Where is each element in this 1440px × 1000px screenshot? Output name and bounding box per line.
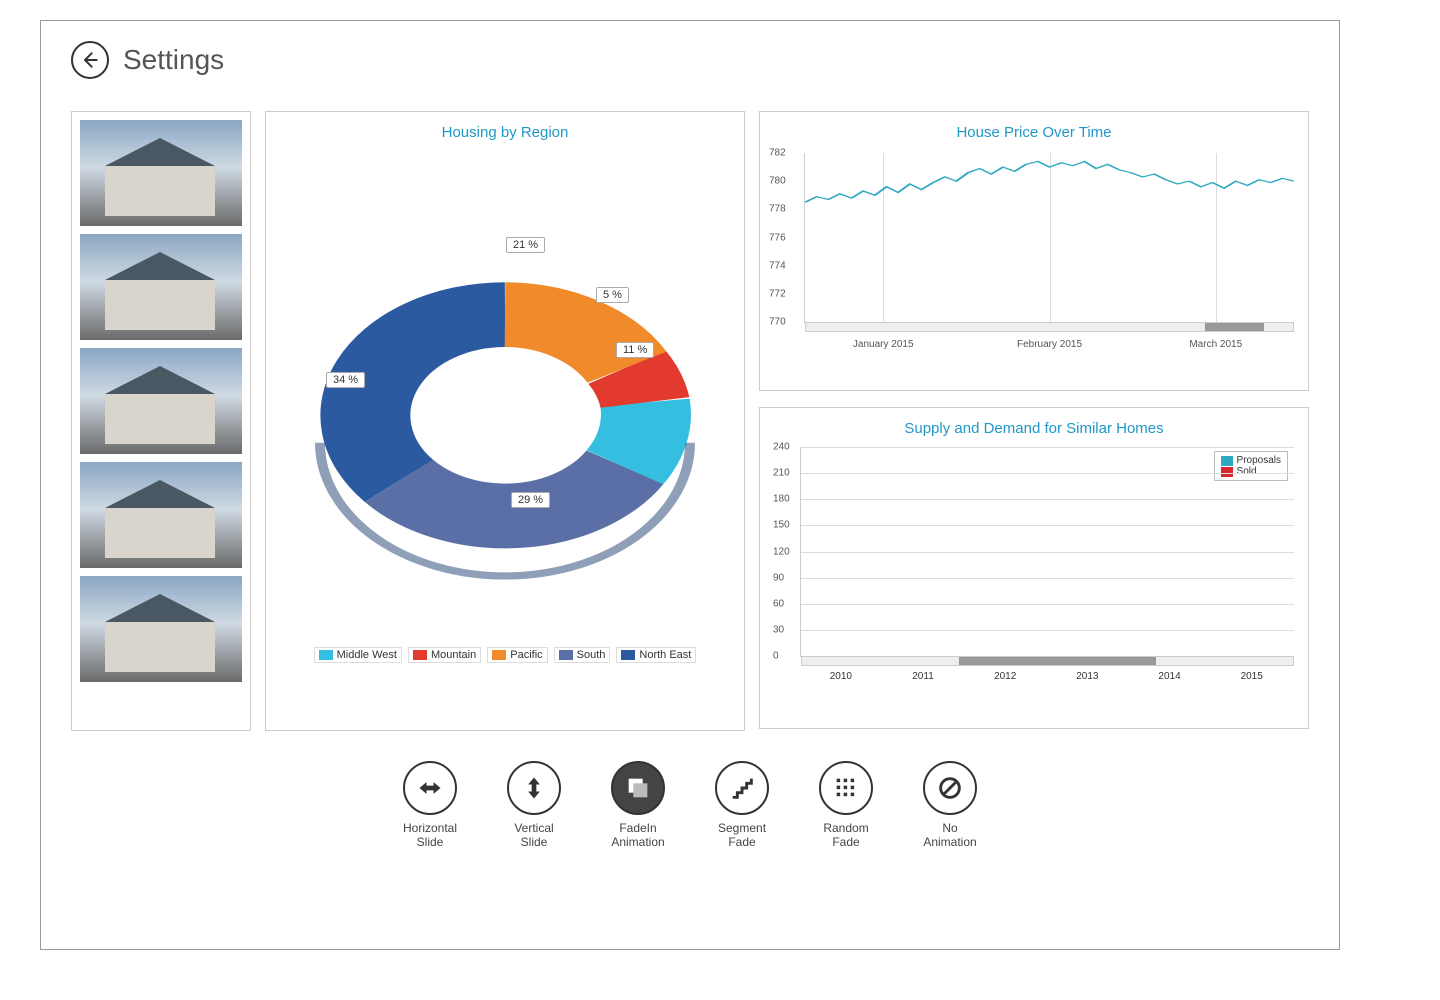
- line-chart: 770 772 774 776 778 780 782 January 2015…: [804, 153, 1294, 323]
- slice-label-middlewest: 11 %: [616, 342, 654, 358]
- page-title: Settings: [123, 44, 224, 76]
- no-icon: [936, 774, 964, 802]
- anim-segment-fade[interactable]: Segment Fade: [715, 761, 769, 850]
- slice-label-mountain: 5 %: [596, 287, 629, 303]
- bar-title: Supply and Demand for Similar Homes: [760, 408, 1308, 443]
- grid-dots-icon: [832, 774, 860, 802]
- thumbnail-column: [71, 111, 251, 731]
- anim-horizontal-slide[interactable]: Horizontal Slide: [403, 761, 457, 850]
- slice-label-pacific: 21 %: [506, 237, 545, 253]
- legend-item[interactable]: Proposals: [1221, 455, 1281, 466]
- right-column: House Price Over Time 770 772 774 776 77…: [759, 111, 1309, 731]
- house-thumbnail[interactable]: [80, 576, 242, 682]
- donut-legend: Middle West Mountain Pacific South North…: [266, 647, 744, 677]
- stack-icon: [624, 774, 652, 802]
- legend-item[interactable]: Pacific: [487, 647, 547, 663]
- legend-item[interactable]: South: [554, 647, 611, 663]
- horizontal-arrows-icon: [416, 774, 444, 802]
- app-frame: Settings Housing by Region: [40, 20, 1340, 950]
- legend-item[interactable]: North East: [616, 647, 696, 663]
- anim-fadein[interactable]: FadeIn Animation: [611, 761, 665, 850]
- legend-item[interactable]: Mountain: [408, 647, 481, 663]
- bar-chart: Proposals Sold 0306090120150180210240 20…: [800, 447, 1294, 657]
- house-thumbnail[interactable]: [80, 462, 242, 568]
- legend-item[interactable]: Sold: [1221, 466, 1281, 477]
- bar-category-label: 2013: [1057, 671, 1117, 682]
- legend-item[interactable]: Middle West: [314, 647, 402, 663]
- donut-title: Housing by Region: [266, 112, 744, 147]
- bar-chart-panel: Supply and Demand for Similar Homes Prop…: [759, 407, 1309, 729]
- header: Settings: [71, 41, 1309, 79]
- dashboard: Housing by Region: [71, 111, 1309, 731]
- house-thumbnail[interactable]: [80, 234, 242, 340]
- vertical-arrows-icon: [520, 774, 548, 802]
- slice-label-south: 29 %: [511, 492, 550, 508]
- stairs-icon: [728, 774, 756, 802]
- bar-category-label: 2011: [893, 671, 953, 682]
- bar-category-label: 2012: [975, 671, 1035, 682]
- arrow-left-icon: [80, 50, 100, 70]
- line-series: [805, 153, 1294, 322]
- line-scrollbar[interactable]: [805, 322, 1294, 332]
- bar-category-label: 2010: [811, 671, 871, 682]
- house-thumbnail[interactable]: [80, 120, 242, 226]
- back-button[interactable]: [71, 41, 109, 79]
- house-thumbnail[interactable]: [80, 348, 242, 454]
- bar-category-label: 2014: [1140, 671, 1200, 682]
- anim-random-fade[interactable]: Random Fade: [819, 761, 873, 850]
- bar-legend: Proposals Sold: [1214, 451, 1288, 481]
- line-chart-panel: House Price Over Time 770 772 774 776 77…: [759, 111, 1309, 391]
- animation-toolbar: Horizontal Slide Vertical Slide FadeIn A…: [71, 761, 1309, 850]
- bar-category-label: 2015: [1222, 671, 1282, 682]
- bar-scrollbar[interactable]: [801, 656, 1294, 666]
- anim-none[interactable]: No Animation: [923, 761, 977, 850]
- anim-vertical-slide[interactable]: Vertical Slide: [507, 761, 561, 850]
- slice-label-northeast: 34 %: [326, 372, 365, 388]
- donut-chart: 21 % 5 % 11 % 29 % 34 %: [266, 147, 744, 647]
- line-title: House Price Over Time: [760, 112, 1308, 147]
- donut-chart-panel: Housing by Region: [265, 111, 745, 731]
